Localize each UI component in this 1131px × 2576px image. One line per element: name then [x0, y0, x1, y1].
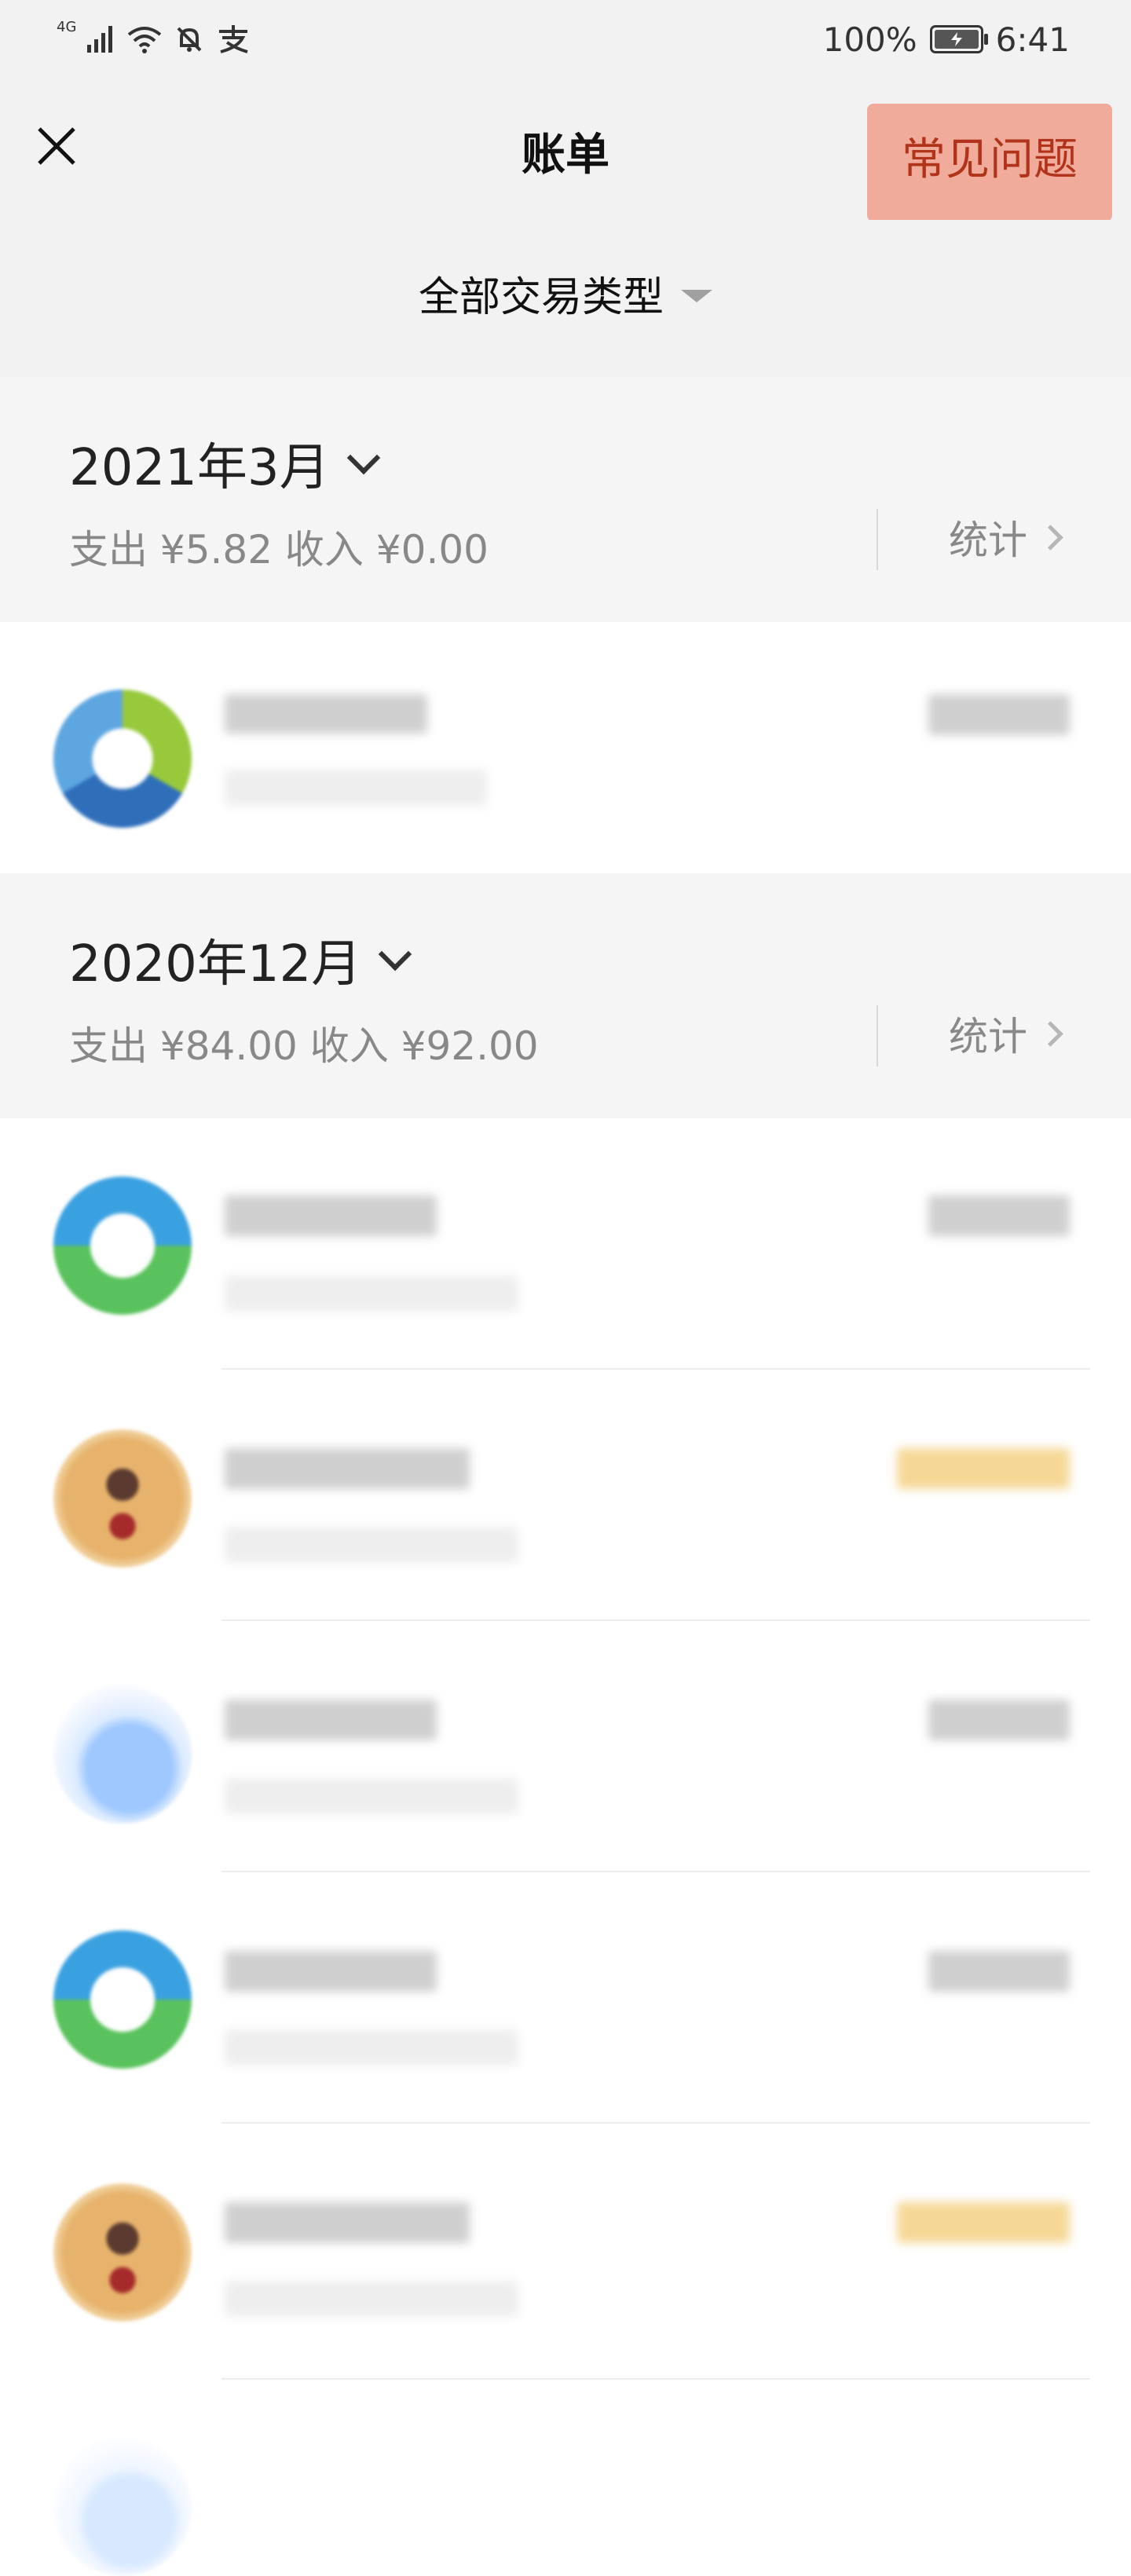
row-divider: [221, 2378, 1090, 2380]
transaction-row[interactable]: [0, 2388, 1131, 2576]
month-title: 2020年12月: [69, 935, 362, 993]
stats-link[interactable]: 统计: [949, 509, 1063, 565]
chevron-right-icon: [1038, 524, 1063, 551]
transaction-row[interactable]: [0, 622, 1131, 873]
transaction-time-redacted: [225, 1778, 518, 1814]
transaction-row[interactable]: [0, 1872, 1131, 2124]
battery-percent: 100%: [822, 20, 917, 59]
status-bar: 4G 100% 6:41: [0, 0, 1131, 79]
merchant-avatar: [53, 2183, 192, 2322]
transaction-name-redacted: [225, 2202, 470, 2243]
month-summary: 支出 ¥84.00 收入 ¥92.00: [69, 1023, 539, 1069]
amount-redacted: [928, 694, 1070, 735]
transaction-row[interactable]: [0, 1118, 1131, 1370]
merchant-avatar: [53, 1176, 192, 1315]
status-right: 100% 6:41: [823, 16, 1070, 63]
month-header: 2020年12月 支出 ¥84.00 收入 ¥92.00 统计: [0, 873, 1131, 1118]
amount-redacted: [928, 1700, 1070, 1740]
chevron-down-icon: [379, 937, 412, 971]
battery-icon: [929, 25, 988, 53]
transaction-name-redacted: [225, 1195, 437, 1236]
month-selector[interactable]: 2020年12月: [69, 924, 412, 996]
stats-link[interactable]: 统计: [949, 1005, 1063, 1062]
clock: 6:41: [995, 20, 1070, 59]
transaction-row[interactable]: [0, 1621, 1131, 1872]
month-header: 2021年3月 支出 ¥5.82 收入 ¥0.00 统计: [0, 377, 1131, 622]
transaction-time-redacted: [225, 2029, 518, 2066]
divider: [877, 509, 878, 570]
amount-redacted: [928, 1195, 1070, 1236]
amount-redacted: [897, 2202, 1070, 2243]
transaction-time-redacted: [225, 2281, 518, 2317]
transaction-name-redacted: [225, 1700, 437, 1740]
merchant-avatar: [53, 2438, 192, 2576]
transaction-row[interactable]: [0, 2124, 1131, 2380]
alipay-icon: [219, 25, 248, 53]
signal-icon: [87, 26, 113, 53]
transaction-time-redacted: [225, 1275, 518, 1312]
transaction-row[interactable]: [0, 1370, 1131, 1621]
transaction-name-redacted: [225, 1951, 437, 1992]
divider: [877, 1005, 878, 1067]
amount-redacted: [897, 1448, 1070, 1489]
chevron-right-icon: [1038, 1020, 1063, 1047]
stats-label: 统计: [949, 518, 1027, 563]
transaction-time-redacted: [225, 770, 487, 806]
merchant-avatar: [53, 1930, 192, 2069]
mute-icon: [177, 27, 202, 52]
stats-label: 统计: [949, 1014, 1027, 1059]
status-icons: 4G: [57, 17, 251, 61]
faq-button[interactable]: 常见问题: [867, 104, 1112, 221]
caret-down-icon: [681, 289, 712, 302]
merchant-avatar: [53, 1429, 192, 1568]
chevron-down-icon: [346, 441, 380, 475]
transaction-time-redacted: [225, 1527, 518, 1563]
month-title: 2021年3月: [69, 439, 330, 497]
transaction-name-redacted: [225, 1448, 470, 1489]
merchant-avatar: [53, 690, 192, 828]
amount-redacted: [928, 1951, 1070, 1992]
wifi-icon: [128, 27, 162, 53]
transaction-type-filter[interactable]: 全部交易类型: [0, 264, 1131, 323]
filter-label: 全部交易类型: [418, 274, 664, 321]
month-selector[interactable]: 2021年3月: [69, 427, 380, 499]
transaction-name-redacted: [225, 694, 427, 734]
network-type: 4G: [57, 18, 77, 35]
filter-bar: 全部交易类型: [0, 220, 1131, 377]
merchant-avatar: [53, 1685, 192, 1824]
month-summary: 支出 ¥5.82 收入 ¥0.00: [69, 527, 489, 573]
app-header: 账单 常见问题: [0, 79, 1131, 221]
